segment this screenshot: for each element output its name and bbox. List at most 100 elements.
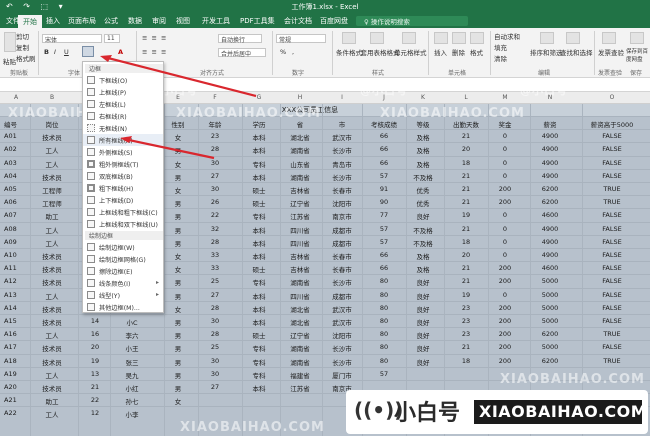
table-cell[interactable]: 200 bbox=[490, 304, 520, 312]
table-cell[interactable]: 22 bbox=[80, 396, 110, 404]
table-cell[interactable]: FALSE bbox=[584, 132, 640, 140]
font-color-button[interactable]: A bbox=[118, 48, 123, 56]
table-cell[interactable]: 30 bbox=[200, 159, 230, 167]
tab-developer[interactable]: 开发工具 bbox=[202, 16, 230, 26]
table-cell[interactable]: 19 bbox=[80, 357, 110, 365]
table-cell[interactable]: 小李 bbox=[112, 409, 152, 419]
table-cell[interactable]: 80 bbox=[364, 277, 404, 285]
table-cell[interactable]: 男 bbox=[166, 330, 190, 340]
table-cell[interactable]: 长春市 bbox=[324, 185, 360, 195]
table-cell[interactable]: 80 bbox=[364, 343, 404, 351]
table-cell[interactable]: 男 bbox=[166, 172, 190, 182]
table-cell[interactable]: 及格 bbox=[408, 264, 438, 274]
table-cell[interactable]: 21 bbox=[446, 172, 486, 180]
border-menu-item[interactable]: 上框线和双下框线(U) bbox=[83, 218, 163, 230]
table-cell[interactable]: 长沙市 bbox=[324, 343, 360, 353]
table-cell[interactable]: 男 bbox=[166, 198, 190, 208]
fill-button[interactable]: 填充 bbox=[494, 42, 507, 52]
column-header[interactable]: B bbox=[32, 94, 72, 101]
tab-review[interactable]: 审阅 bbox=[152, 16, 166, 26]
table-cell[interactable]: 助工 bbox=[32, 211, 72, 221]
table-cell[interactable]: 技术员 bbox=[32, 317, 72, 327]
border-button[interactable] bbox=[82, 46, 94, 57]
table-cell[interactable]: 技术员 bbox=[32, 357, 72, 367]
conditional-format-icon[interactable] bbox=[342, 32, 356, 44]
table-cell[interactable]: 20 bbox=[80, 343, 110, 351]
underline-button[interactable]: U bbox=[64, 48, 69, 56]
table-cell[interactable]: 南京市 bbox=[324, 211, 360, 221]
table-cell[interactable]: 18 bbox=[446, 159, 486, 167]
table-cell[interactable]: 福建省 bbox=[282, 370, 318, 380]
table-cell[interactable]: A07 bbox=[4, 211, 28, 219]
table-cell[interactable]: 工人 bbox=[32, 409, 72, 419]
table-cell[interactable]: 23 bbox=[446, 317, 486, 325]
table-cell[interactable]: 女 bbox=[166, 396, 190, 406]
table-cell[interactable]: 23 bbox=[200, 132, 230, 140]
table-cell[interactable]: 长沙市 bbox=[324, 145, 360, 155]
autosum-button[interactable]: 自动求和 bbox=[494, 31, 520, 41]
table-cell[interactable]: 江苏省 bbox=[282, 383, 318, 393]
table-cell[interactable]: 66 bbox=[364, 251, 404, 259]
table-cell[interactable]: 21 bbox=[446, 225, 486, 233]
table-cell[interactable]: 19 bbox=[446, 211, 486, 219]
table-cell[interactable]: 200 bbox=[490, 357, 520, 365]
table-cell[interactable]: A04 bbox=[4, 172, 28, 180]
table-cell[interactable]: 技术员 bbox=[32, 264, 72, 274]
save-to-pan-button[interactable]: 保存到百度网盘 bbox=[626, 47, 650, 63]
table-cell[interactable]: 不及格 bbox=[408, 172, 438, 182]
table-cell[interactable]: FALSE bbox=[584, 159, 640, 167]
table-cell[interactable]: 长沙市 bbox=[324, 277, 360, 287]
save-to-pan-icon[interactable] bbox=[630, 32, 644, 44]
table-cell[interactable]: 0 bbox=[490, 251, 520, 259]
table-cell[interactable]: 长春市 bbox=[324, 264, 360, 274]
table-cell[interactable]: 男 bbox=[166, 238, 190, 248]
table-cell[interactable]: 200 bbox=[490, 343, 520, 351]
table-cell[interactable]: 工人 bbox=[32, 225, 72, 235]
percent-button[interactable]: % bbox=[280, 48, 286, 56]
table-cell[interactable]: 21 bbox=[446, 343, 486, 351]
format-as-table-icon[interactable] bbox=[370, 32, 384, 44]
table-cell[interactable]: FALSE bbox=[584, 172, 640, 180]
table-cell[interactable]: 20 bbox=[446, 251, 486, 259]
tab-home[interactable]: 开始 bbox=[18, 15, 42, 28]
table-cell[interactable]: FALSE bbox=[584, 251, 640, 259]
table-cell[interactable]: 66 bbox=[364, 132, 404, 140]
header-cell[interactable]: 薪资 bbox=[532, 119, 568, 129]
column-header[interactable]: K bbox=[408, 94, 438, 101]
table-cell[interactable]: 200 bbox=[490, 185, 520, 193]
table-cell[interactable]: A13 bbox=[4, 291, 28, 299]
table-cell[interactable]: 成都市 bbox=[324, 225, 360, 235]
table-cell[interactable]: 0 bbox=[490, 159, 520, 167]
font-size-select[interactable]: 11 bbox=[104, 34, 120, 43]
table-cell[interactable]: 女 bbox=[166, 264, 190, 274]
column-header[interactable]: O bbox=[584, 94, 640, 101]
table-cell[interactable]: TRUE bbox=[584, 185, 640, 193]
table-cell[interactable]: 男 bbox=[166, 225, 190, 235]
table-cell[interactable]: 工人 bbox=[32, 145, 72, 155]
font-name-select[interactable]: 宋体 bbox=[42, 34, 102, 44]
table-cell[interactable]: 91 bbox=[364, 185, 404, 193]
table-cell[interactable]: 5000 bbox=[532, 304, 568, 312]
table-cell[interactable]: 辽宁省 bbox=[282, 198, 318, 208]
table-cell[interactable]: 33 bbox=[200, 251, 230, 259]
table-cell[interactable]: 4600 bbox=[532, 211, 568, 219]
format-cells-button[interactable]: 格式 bbox=[470, 47, 483, 57]
table-cell[interactable]: 工程师 bbox=[32, 185, 72, 195]
table-cell[interactable]: 本科 bbox=[244, 145, 274, 155]
delete-cells-icon[interactable] bbox=[452, 32, 466, 44]
table-cell[interactable]: 200 bbox=[490, 330, 520, 338]
table-cell[interactable]: 0 bbox=[490, 238, 520, 246]
align-left-icons[interactable]: ≡ ≡ ≡ bbox=[142, 48, 167, 56]
column-header[interactable]: L bbox=[446, 94, 486, 101]
table-cell[interactable]: 良好 bbox=[408, 277, 438, 287]
table-cell[interactable]: 小王 bbox=[112, 343, 152, 353]
table-cell[interactable]: 及格 bbox=[408, 251, 438, 261]
table-cell[interactable]: FALSE bbox=[584, 264, 640, 272]
table-cell[interactable]: 4900 bbox=[532, 251, 568, 259]
cell-styles-button[interactable]: 单元格样式 bbox=[394, 47, 427, 57]
table-cell[interactable]: 四川省 bbox=[282, 225, 318, 235]
border-menu-item[interactable]: 无框线(N) bbox=[83, 122, 163, 134]
table-cell[interactable]: 本科 bbox=[244, 238, 274, 248]
table-cell[interactable]: 沈阳市 bbox=[324, 330, 360, 340]
table-cell[interactable]: 4600 bbox=[532, 264, 568, 272]
